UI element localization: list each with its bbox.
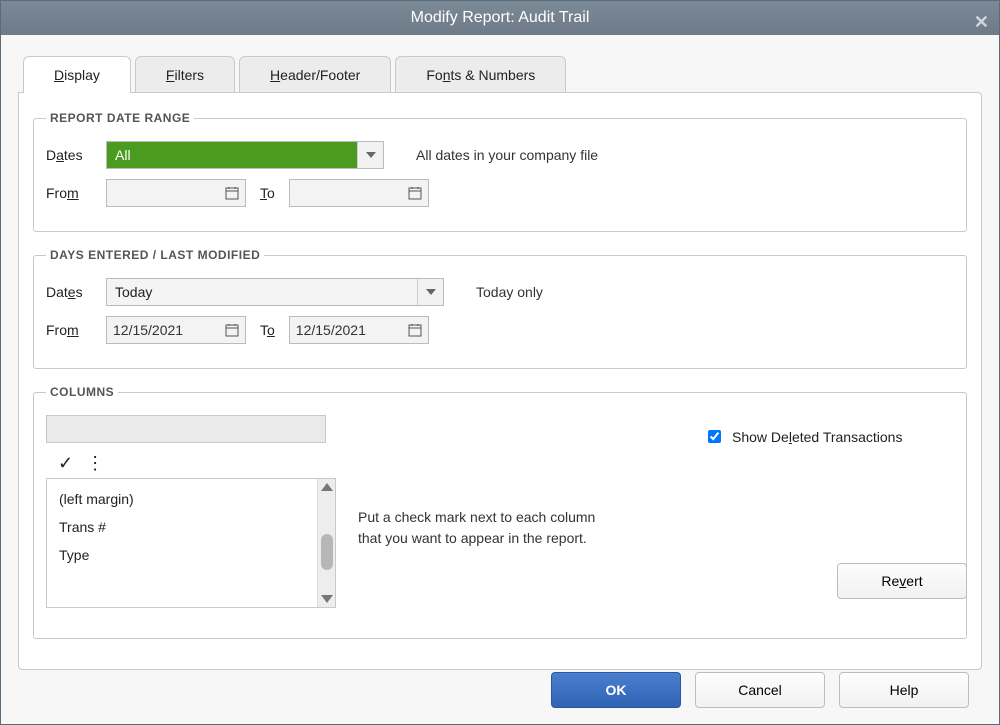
show-deleted-input[interactable] bbox=[708, 430, 721, 443]
scroll-thumb[interactable] bbox=[321, 534, 333, 570]
days-to-input[interactable]: 12/15/2021 bbox=[289, 316, 429, 344]
titlebar: Modify Report: Audit Trail ✕ bbox=[1, 1, 999, 35]
close-icon[interactable]: ✕ bbox=[974, 5, 989, 39]
columns-list[interactable]: (left margin) Trans # Type bbox=[46, 478, 336, 608]
column-filter-input[interactable] bbox=[46, 415, 326, 443]
to-label-2: To bbox=[260, 322, 275, 338]
chevron-down-icon[interactable] bbox=[417, 279, 443, 305]
revert-button[interactable]: Revert bbox=[837, 563, 967, 599]
show-deleted-checkbox[interactable]: Show Deleted Transactions bbox=[704, 427, 954, 446]
report-dates-dropdown[interactable]: All bbox=[106, 141, 384, 169]
list-item[interactable]: (left margin) bbox=[47, 485, 335, 513]
display-pane: REPORT DATE RANGE Dates All All dates in… bbox=[18, 92, 982, 670]
calendar-icon[interactable] bbox=[225, 323, 239, 337]
days-dates-dropdown[interactable]: Today bbox=[106, 278, 444, 306]
show-deleted-label: Show Deleted Transactions bbox=[732, 429, 902, 445]
to-label: To bbox=[260, 185, 275, 201]
sort-indicator-icon[interactable]: ✓ ⋮ bbox=[58, 453, 336, 474]
days-dates-value: Today bbox=[107, 279, 417, 305]
modify-report-window: Modify Report: Audit Trail ✕ Display Fil… bbox=[0, 0, 1000, 725]
ok-button[interactable]: OK bbox=[551, 672, 681, 708]
tab-filters[interactable]: Filters bbox=[135, 56, 235, 93]
days-dates-hint: Today only bbox=[476, 284, 543, 300]
dates-label: Dates bbox=[46, 147, 96, 163]
scroll-down-icon[interactable] bbox=[321, 595, 333, 603]
scrollbar[interactable] bbox=[317, 479, 335, 607]
dialog-footer: OK Cancel Help bbox=[551, 672, 969, 708]
from-label: From bbox=[46, 185, 96, 201]
tab-display[interactable]: Display bbox=[23, 56, 131, 93]
report-from-input[interactable] bbox=[106, 179, 246, 207]
columns-title: COLUMNS bbox=[46, 385, 118, 399]
scroll-up-icon[interactable] bbox=[321, 483, 333, 491]
cancel-button[interactable]: Cancel bbox=[695, 672, 825, 708]
days-to-value: 12/15/2021 bbox=[296, 322, 366, 338]
days-from-input[interactable]: 12/15/2021 bbox=[106, 316, 246, 344]
report-date-range-title: REPORT DATE RANGE bbox=[46, 111, 194, 125]
calendar-icon[interactable] bbox=[408, 186, 422, 200]
tab-header-footer[interactable]: Header/Footer bbox=[239, 56, 391, 93]
tab-fonts-numbers[interactable]: Fonts & Numbers bbox=[395, 56, 566, 93]
calendar-icon[interactable] bbox=[408, 323, 422, 337]
columns-group: COLUMNS ✓ ⋮ (left margin) Trans # Type bbox=[33, 385, 967, 639]
days-entered-title: DAYS ENTERED / LAST MODIFIED bbox=[46, 248, 264, 262]
window-title: Modify Report: Audit Trail bbox=[411, 9, 590, 26]
list-item[interactable]: Trans # bbox=[47, 513, 335, 541]
list-item[interactable]: Type bbox=[47, 541, 335, 569]
help-button[interactable]: Help bbox=[839, 672, 969, 708]
days-entered-group: DAYS ENTERED / LAST MODIFIED Dates Today… bbox=[33, 248, 967, 369]
days-from-value: 12/15/2021 bbox=[113, 322, 183, 338]
chevron-down-icon[interactable] bbox=[357, 142, 383, 168]
report-date-range-group: REPORT DATE RANGE Dates All All dates in… bbox=[33, 111, 967, 232]
dates-label-2: Dates bbox=[46, 284, 96, 300]
columns-hint: Put a check mark next to each column tha… bbox=[358, 507, 595, 608]
report-dates-value: All bbox=[107, 142, 357, 168]
report-to-input[interactable] bbox=[289, 179, 429, 207]
tab-bar: Display Filters Header/Footer Fonts & Nu… bbox=[23, 55, 999, 92]
report-dates-hint: All dates in your company file bbox=[416, 147, 598, 163]
from-label-2: From bbox=[46, 322, 96, 338]
calendar-icon[interactable] bbox=[225, 186, 239, 200]
